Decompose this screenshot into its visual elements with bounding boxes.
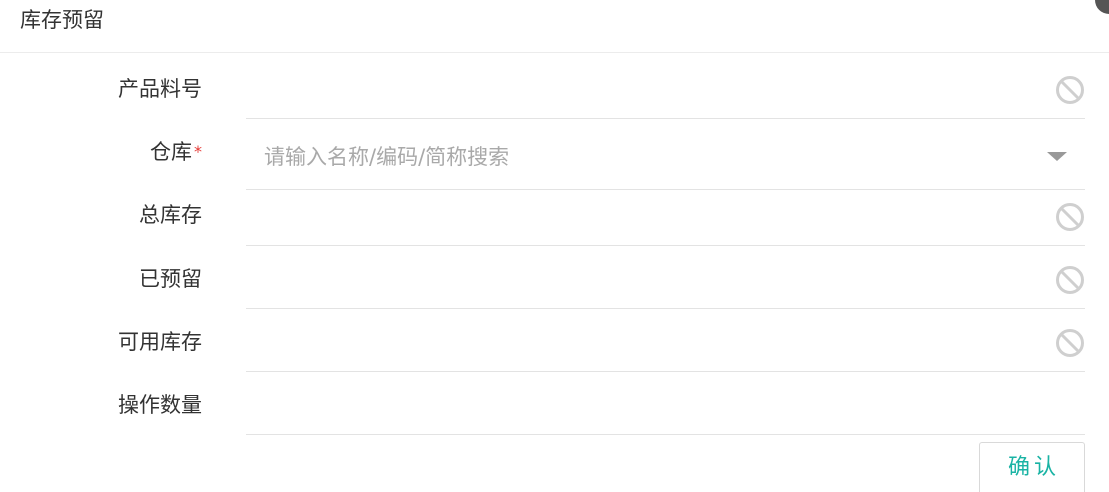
reserved-field [246, 308, 1085, 309]
warehouse-label-text: 仓库 [150, 140, 192, 164]
reserved-label: 已预留 [139, 267, 202, 291]
warehouse-label: 仓库 * [150, 138, 202, 166]
chevron-down-icon[interactable] [1047, 152, 1067, 161]
warehouse-field-underline [246, 189, 1085, 190]
disabled-icon [1056, 329, 1084, 357]
operation-quantity-label: 操作数量 [118, 393, 202, 417]
disabled-icon [1056, 203, 1084, 231]
dialog-title: 库存预留 [20, 8, 104, 32]
product-code-label: 产品料号 [118, 77, 202, 101]
required-mark: * [194, 142, 202, 161]
available-stock-field [246, 371, 1085, 372]
close-icon[interactable] [1095, 0, 1109, 14]
disabled-icon [1056, 266, 1084, 294]
warehouse-select[interactable]: 请输入名称/编码/简称搜索 [264, 143, 509, 171]
operation-quantity-input[interactable] [246, 434, 1085, 435]
total-stock-field [246, 245, 1085, 246]
available-stock-label: 可用库存 [118, 330, 202, 354]
disabled-icon [1056, 76, 1084, 104]
total-stock-label: 总库存 [139, 203, 202, 227]
product-code-field [246, 118, 1085, 119]
dialog-header: 库存预留 [0, 0, 1109, 53]
confirm-button[interactable]: 确认 [979, 442, 1085, 492]
stock-reservation-dialog: 库存预留 产品料号 仓库 * 请输入名称/编码/简称搜索 总库存 已预留 可用库… [0, 0, 1109, 492]
